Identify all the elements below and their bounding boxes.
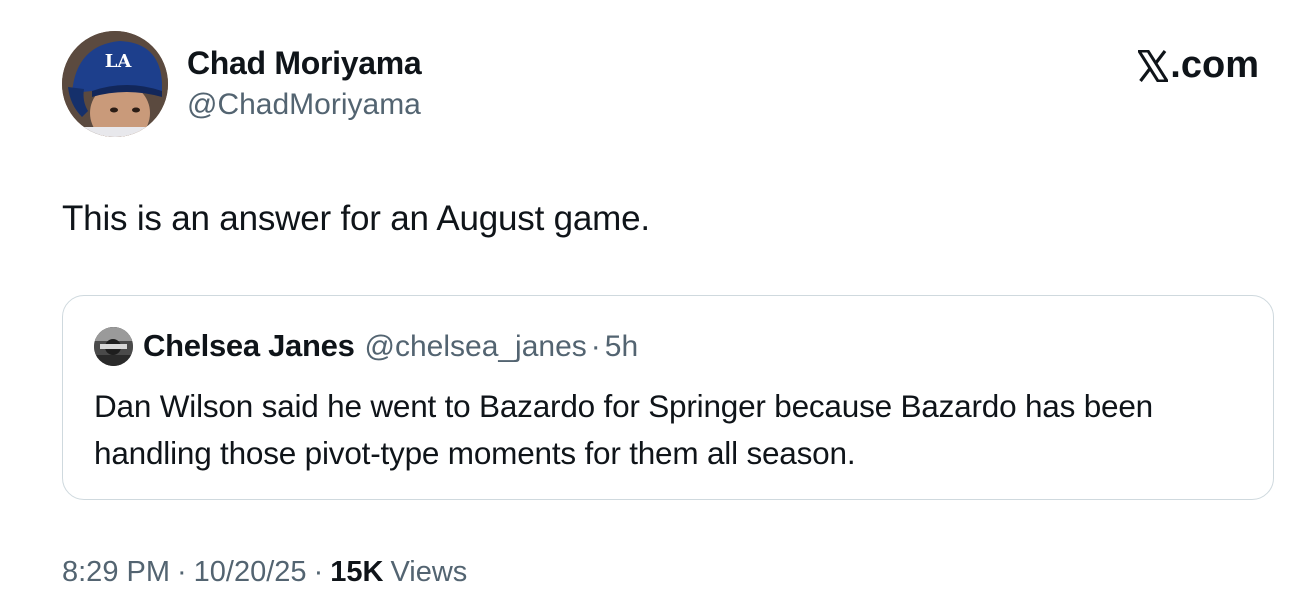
x-logo-icon bbox=[1138, 49, 1169, 82]
tweet-time[interactable]: 8:29 PM bbox=[62, 556, 170, 589]
author-handle[interactable]: @ChadMoriyama bbox=[187, 88, 421, 122]
tweet-meta: 8:29 PM · 10/20/25 · 15K Views bbox=[62, 556, 467, 589]
tweet-date[interactable]: 10/20/25 bbox=[194, 556, 307, 589]
quote-author-handle[interactable]: @chelsea_janes bbox=[365, 330, 587, 364]
cap-logo: LA bbox=[105, 51, 133, 72]
quote-separator: · bbox=[590, 330, 601, 363]
quote-header: Chelsea Janes @chelsea_janes · 5h bbox=[143, 328, 638, 364]
quote-text: Dan Wilson said he went to Bazardo for S… bbox=[94, 388, 1153, 471]
quote-timestamp[interactable]: 5h bbox=[605, 330, 638, 364]
meta-separator: · bbox=[177, 556, 187, 588]
tweet-card: LA Chad Moriyama @ChadMoriyama .com This… bbox=[0, 0, 1291, 601]
views-count[interactable]: 15K bbox=[330, 556, 383, 589]
author-name[interactable]: Chad Moriyama bbox=[187, 45, 422, 82]
avatar-photo: LA bbox=[62, 31, 168, 137]
quote-author-name[interactable]: Chelsea Janes bbox=[143, 328, 355, 364]
quote-author-avatar[interactable] bbox=[94, 327, 133, 366]
meta-separator: · bbox=[313, 556, 324, 588]
brand-watermark: .com bbox=[1138, 44, 1259, 87]
tweet-text: This is an answer for an August game. bbox=[62, 199, 650, 238]
quote-avatar-photo bbox=[94, 327, 133, 366]
quoted-tweet[interactable]: Chelsea Janes @chelsea_janes · 5h Dan Wi… bbox=[62, 295, 1274, 500]
views-label[interactable]: Views bbox=[390, 556, 467, 589]
author-avatar[interactable]: LA bbox=[62, 31, 168, 137]
brand-label: .com bbox=[1170, 44, 1259, 86]
